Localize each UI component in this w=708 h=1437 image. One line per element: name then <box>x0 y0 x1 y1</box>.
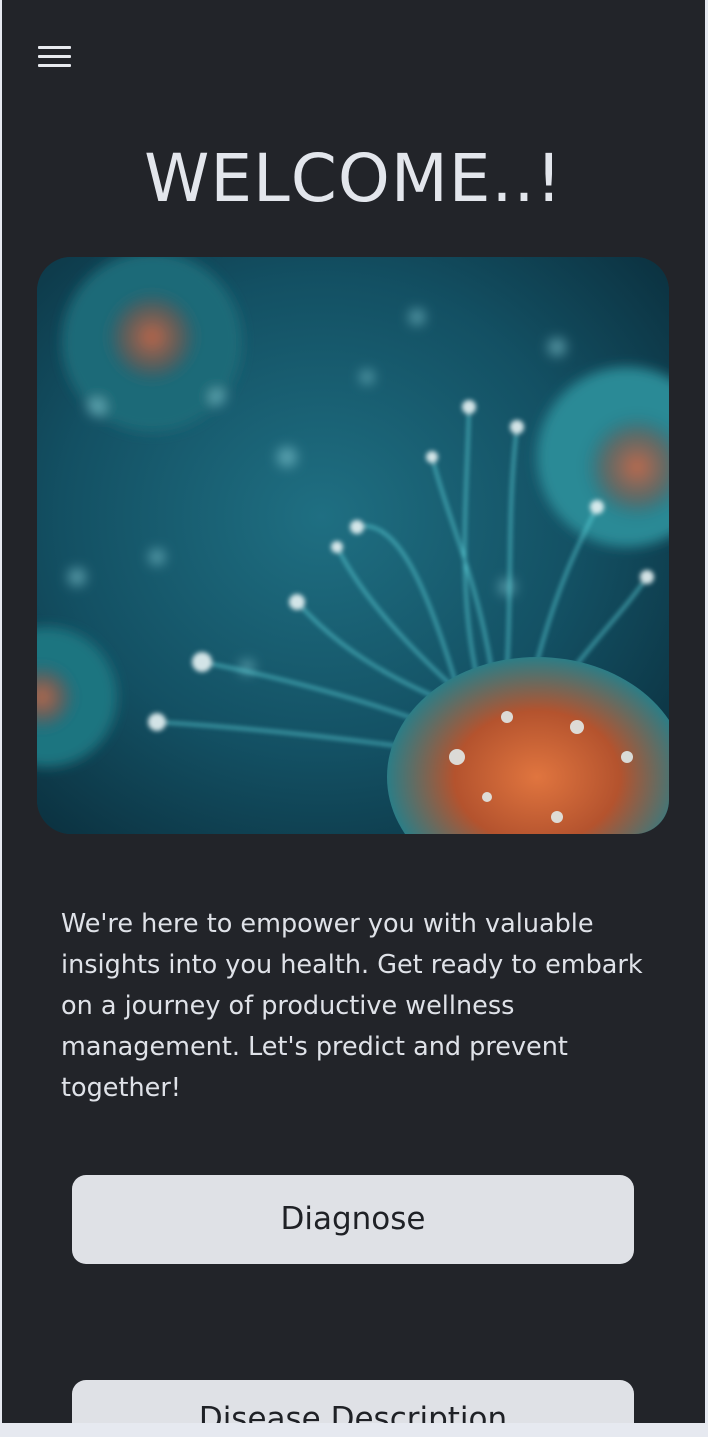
menu-bar <box>38 54 71 58</box>
hero-image <box>37 257 669 834</box>
app-screen: WELCOME..! We're here to empower you wit… <box>2 0 705 1423</box>
menu-bar <box>38 45 71 49</box>
hamburger-menu-icon[interactable] <box>38 40 76 72</box>
menu-bar <box>38 63 71 67</box>
page-title: WELCOME..! <box>144 140 563 217</box>
intro-text: We're here to empower you with valuable … <box>61 909 643 1103</box>
disease-description-button[interactable]: Disease Description <box>72 1380 634 1423</box>
diagnose-button[interactable]: Diagnose <box>72 1175 634 1264</box>
virus-cell-image <box>37 257 669 834</box>
